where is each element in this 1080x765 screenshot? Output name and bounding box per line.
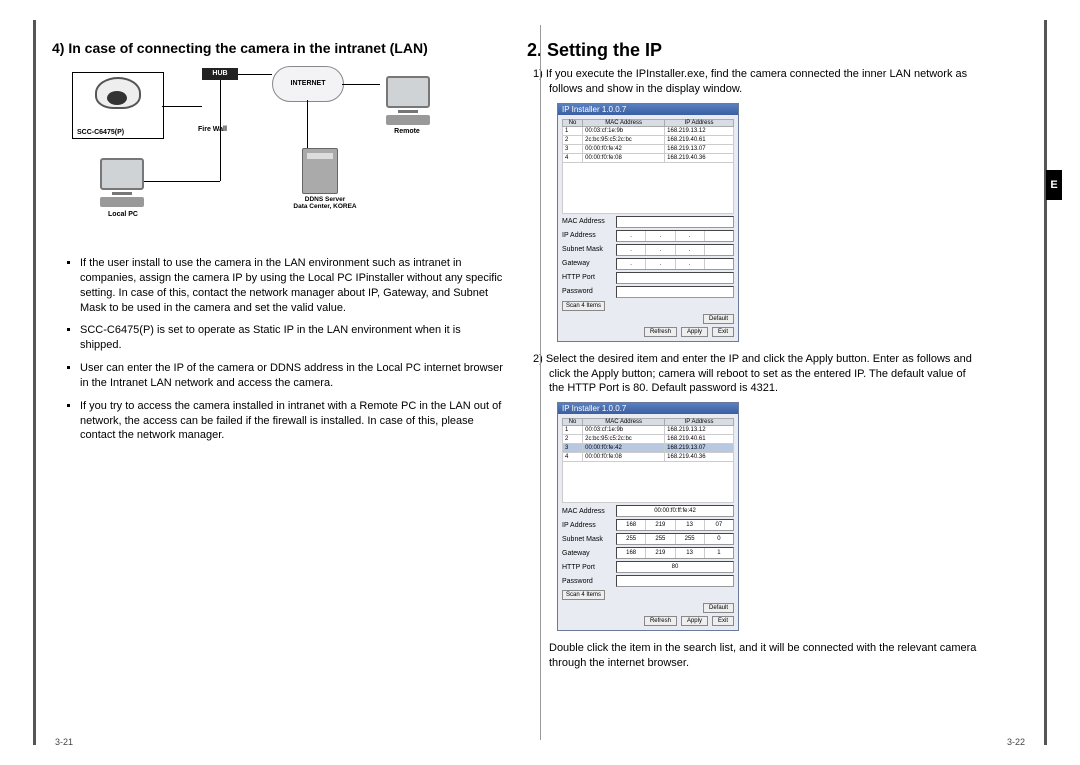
exit-button[interactable]: Exit	[712, 616, 734, 626]
network-diagram: SCC-C6475(P) HUB INTERNET Remote Fire Wa…	[72, 66, 452, 246]
http-label: HTTP Port	[562, 274, 616, 281]
apply-button[interactable]: Apply	[681, 616, 708, 626]
local-pc-icon	[94, 158, 150, 206]
scan-button[interactable]: Scan 4 Items	[562, 301, 605, 311]
footer-note: Double click the item in the search list…	[549, 641, 978, 671]
table-row[interactable]: 400:00:f0:fe:08168.219.40.36	[563, 153, 734, 162]
page-border-right	[1044, 20, 1047, 745]
apply-button[interactable]: Apply	[681, 327, 708, 337]
table-row[interactable]: 300:00:f0:fe:42168.219.13.07	[563, 144, 734, 153]
table-row[interactable]: 22c:bc:95:c5:2c:bc168.219.40.61	[563, 135, 734, 144]
table-row[interactable]: 100:03:cf:1e:9b168.219.13.12	[563, 426, 734, 435]
remote-pc-label: Remote	[372, 128, 442, 135]
internet-cloud-icon: INTERNET	[272, 66, 344, 102]
device-table[interactable]: No MAC Address IP Address 100:03:cf:1e:9…	[562, 119, 734, 214]
default-button[interactable]: Default	[703, 314, 734, 324]
col-mac: MAC Address	[583, 119, 665, 126]
page-number-left: 3-21	[55, 737, 73, 747]
step-1: 1) If you execute the IPInstaller.exe, f…	[527, 67, 978, 97]
left-heading: 4) In case of connecting the camera in t…	[52, 40, 503, 56]
bullet-item: If the user install to use the camera in…	[80, 256, 503, 315]
http-field[interactable]: 80	[616, 561, 734, 573]
local-pc-label: Local PC	[88, 211, 158, 218]
page-border-left	[33, 20, 36, 745]
default-button[interactable]: Default	[703, 603, 734, 613]
http-field[interactable]	[616, 272, 734, 284]
bullet-item: SCC-C6475(P) is set to operate as Static…	[80, 323, 503, 353]
col-ip: IP Address	[665, 119, 734, 126]
ddns-server-icon	[302, 148, 338, 194]
hub-label: HUB	[202, 68, 238, 80]
page-left: 4) In case of connecting the camera in t…	[40, 40, 515, 671]
table-row[interactable]: 400:00:f0:fe:08168.219.40.36	[563, 453, 734, 462]
pw-field[interactable]	[616, 575, 734, 587]
mask-field[interactable]: 2552552550	[616, 533, 734, 545]
col-no: No	[563, 119, 583, 126]
mask-field[interactable]: ...	[616, 244, 734, 256]
page-right: 2. Setting the IP 1) If you execute the …	[515, 40, 990, 671]
page-number-right: 3-22	[1007, 737, 1025, 747]
pw-field[interactable]	[616, 286, 734, 298]
section-tab: E	[1046, 170, 1062, 200]
table-row-selected[interactable]: 300:00:f0:fe:42168.219.13.07	[563, 444, 734, 453]
dome-camera-icon	[95, 77, 141, 109]
ip-installer-window-filled: IP Installer 1.0.0.7 No MAC Address IP A…	[557, 402, 739, 631]
bullet-list: If the user install to use the camera in…	[52, 256, 503, 443]
gw-label: Gateway	[562, 260, 616, 267]
right-heading: 2. Setting the IP	[527, 40, 978, 61]
gw-field[interactable]: ...	[616, 258, 734, 270]
mac-field[interactable]: 00:00:f0:ff:fe:42	[616, 505, 734, 517]
ip-installer-window: IP Installer 1.0.0.7 No MAC Address IP A…	[557, 103, 739, 342]
table-row[interactable]: 22c:bc:95:c5:2c:bc168.219.40.61	[563, 435, 734, 444]
page-separator	[540, 25, 541, 740]
camera-box: SCC-C6475(P)	[72, 72, 164, 139]
gw-field[interactable]: 168219131	[616, 547, 734, 559]
bullet-item: If you try to access the camera installe…	[80, 399, 503, 444]
device-table[interactable]: No MAC Address IP Address 100:03:cf:1e:9…	[562, 418, 734, 503]
ip-field[interactable]: ...	[616, 230, 734, 242]
step-2: 2) Select the desired item and enter the…	[527, 352, 978, 397]
mask-label: Subnet Mask	[562, 246, 616, 253]
ip-label: IP Address	[562, 232, 616, 239]
refresh-button[interactable]: Refresh	[644, 616, 677, 626]
scan-button[interactable]: Scan 4 Items	[562, 590, 605, 600]
remote-pc-icon	[380, 76, 436, 124]
window-title: IP Installer 1.0.0.7	[558, 104, 738, 115]
table-row[interactable]: 100:03:cf:1e:9b168.219.13.12	[563, 126, 734, 135]
refresh-button[interactable]: Refresh	[644, 327, 677, 337]
mac-label: MAC Address	[562, 218, 616, 225]
ip-field[interactable]: 1682191307	[616, 519, 734, 531]
exit-button[interactable]: Exit	[712, 327, 734, 337]
window-title: IP Installer 1.0.0.7	[558, 403, 738, 414]
mac-field[interactable]	[616, 216, 734, 228]
firewall-label: Fire Wall	[198, 126, 227, 133]
camera-model-label: SCC-C6475(P)	[77, 129, 124, 136]
pw-label: Password	[562, 288, 616, 295]
bullet-item: User can enter the IP of the camera or D…	[80, 361, 503, 391]
ddns-server-label: DDNS ServerData Center, KOREA	[270, 196, 380, 210]
